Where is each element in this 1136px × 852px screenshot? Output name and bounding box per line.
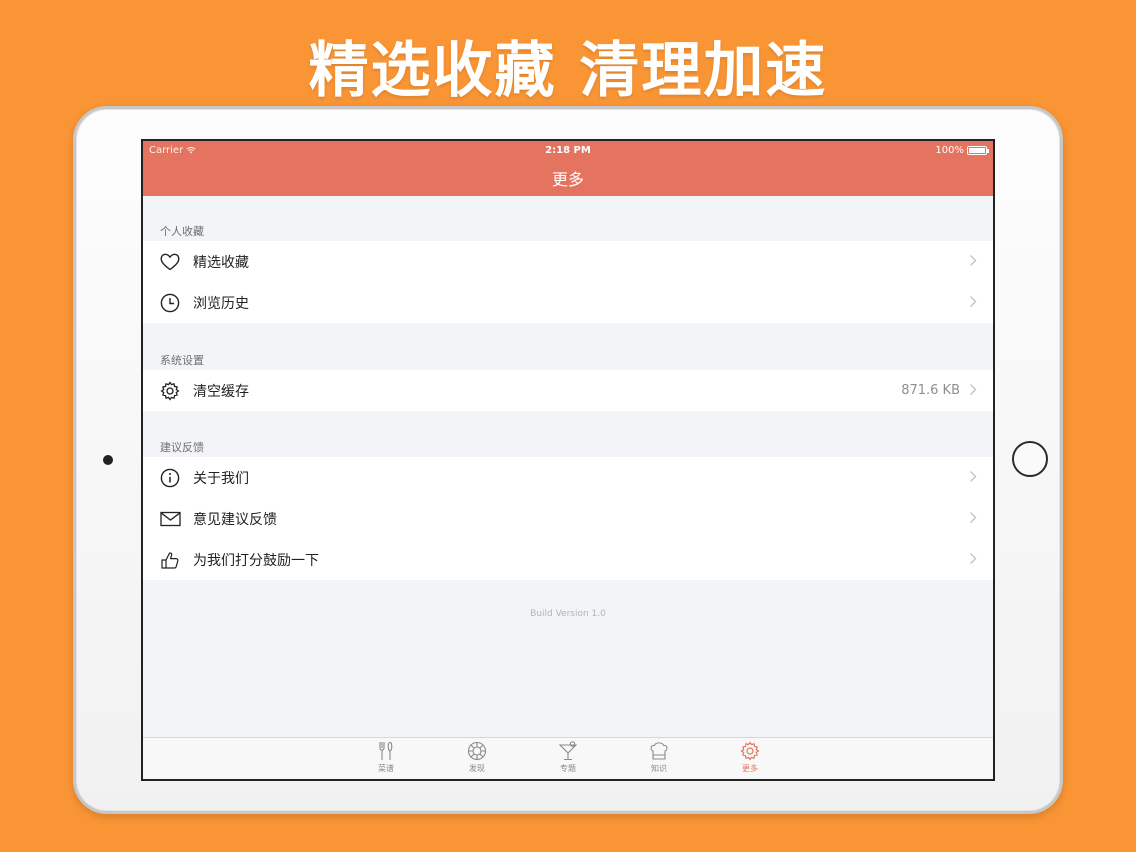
section-header-feedback: 建议反馈 (160, 441, 204, 454)
chevron-right-icon (970, 255, 977, 266)
camera-dot (103, 455, 113, 465)
group-settings: 清空缓存 871.6 KB (143, 370, 993, 411)
group-feedback: 关于我们 意见建议反馈 为我们打分鼓励一下 (143, 457, 993, 580)
cache-size-value: 871.6 KB (901, 383, 960, 398)
info-icon (159, 467, 181, 489)
chevron-right-icon (970, 512, 977, 523)
tab-discover[interactable]: 发现 (457, 741, 497, 774)
mail-icon (159, 508, 181, 530)
row-browse-history[interactable]: 浏览历史 (143, 282, 993, 323)
app-screen: Carrier 2:18 PM 100% 更多 个人收藏 精选收藏 浏览历史 系… (141, 139, 995, 781)
promo-headline: 精选收藏 清理加速 (308, 36, 828, 106)
row-clear-cache[interactable]: 清空缓存 871.6 KB (143, 370, 993, 411)
tab-bar: 菜谱 发现 专题 知识 更多 (143, 737, 993, 779)
home-button[interactable] (1012, 441, 1048, 477)
utensils-icon (379, 741, 393, 760)
battery-indicator: 100% (935, 145, 989, 156)
heart-icon (159, 251, 181, 273)
status-bar: Carrier 2:18 PM 100% (143, 145, 993, 159)
section-header-settings: 系统设置 (160, 354, 204, 367)
group-favorites: 精选收藏 浏览历史 (143, 241, 993, 323)
row-featured-favorites[interactable]: 精选收藏 (143, 241, 993, 282)
row-label: 为我们打分鼓励一下 (193, 552, 319, 569)
chevron-right-icon (970, 471, 977, 482)
chevron-right-icon (970, 553, 977, 564)
row-rate-app[interactable]: 为我们打分鼓励一下 (143, 539, 993, 580)
row-label: 清空缓存 (193, 383, 249, 400)
navigation-bar: Carrier 2:18 PM 100% 更多 (143, 141, 993, 196)
section-header-favorites: 个人收藏 (160, 225, 204, 238)
tab-more[interactable]: 更多 (730, 741, 770, 774)
row-feedback[interactable]: 意见建议反馈 (143, 498, 993, 539)
clock-icon (159, 292, 181, 314)
row-about-us[interactable]: 关于我们 (143, 457, 993, 498)
status-time: 2:18 PM (545, 145, 591, 156)
tab-topics[interactable]: 专题 (548, 741, 588, 774)
row-label: 意见建议反馈 (193, 511, 277, 528)
row-label: 精选收藏 (193, 254, 249, 271)
page-title: 更多 (551, 170, 584, 189)
gear-icon (159, 380, 181, 402)
tab-knowledge[interactable]: 知识 (639, 741, 679, 774)
chevron-right-icon (970, 384, 977, 395)
gear-icon (740, 741, 760, 761)
chevron-right-icon (970, 296, 977, 307)
row-label: 关于我们 (193, 470, 249, 487)
thumbs-up-icon (159, 549, 181, 571)
tab-recipes[interactable]: 菜谱 (366, 741, 406, 774)
chef-hat-icon (650, 742, 668, 760)
row-label: 浏览历史 (193, 295, 249, 312)
battery-icon (967, 146, 989, 155)
cocktail-icon (558, 741, 578, 761)
build-version: Build Version 1.0 (530, 609, 606, 619)
compass-icon (467, 741, 487, 761)
